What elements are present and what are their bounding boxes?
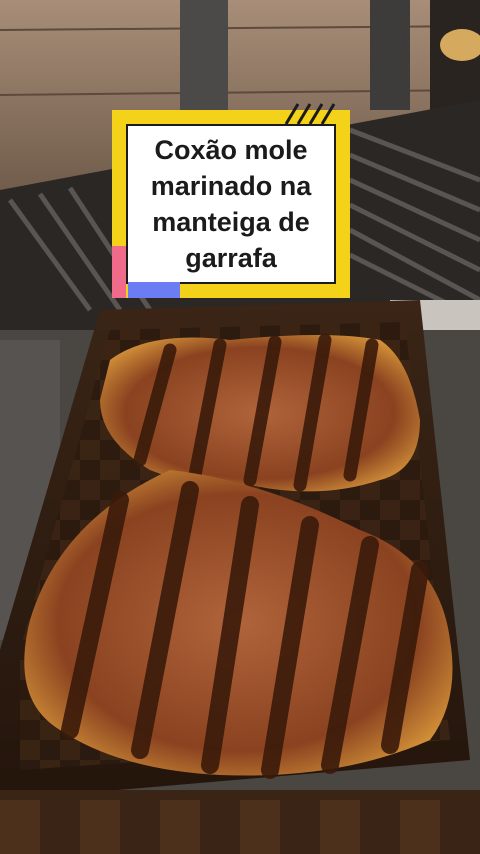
caption-accent-pink	[112, 246, 126, 298]
caption-text: Coxão mole marinado na manteiga de garra…	[150, 135, 312, 273]
decorative-stripes-icon	[284, 103, 336, 124]
caption-box: Coxão mole marinado na manteiga de garra…	[126, 124, 336, 284]
photo-scene: Coxão mole marinado na manteiga de garra…	[0, 0, 480, 854]
metal-post	[180, 0, 228, 110]
caption-sticker: Coxão mole marinado na manteiga de garra…	[112, 103, 350, 298]
caption-accent-blue	[128, 282, 180, 298]
